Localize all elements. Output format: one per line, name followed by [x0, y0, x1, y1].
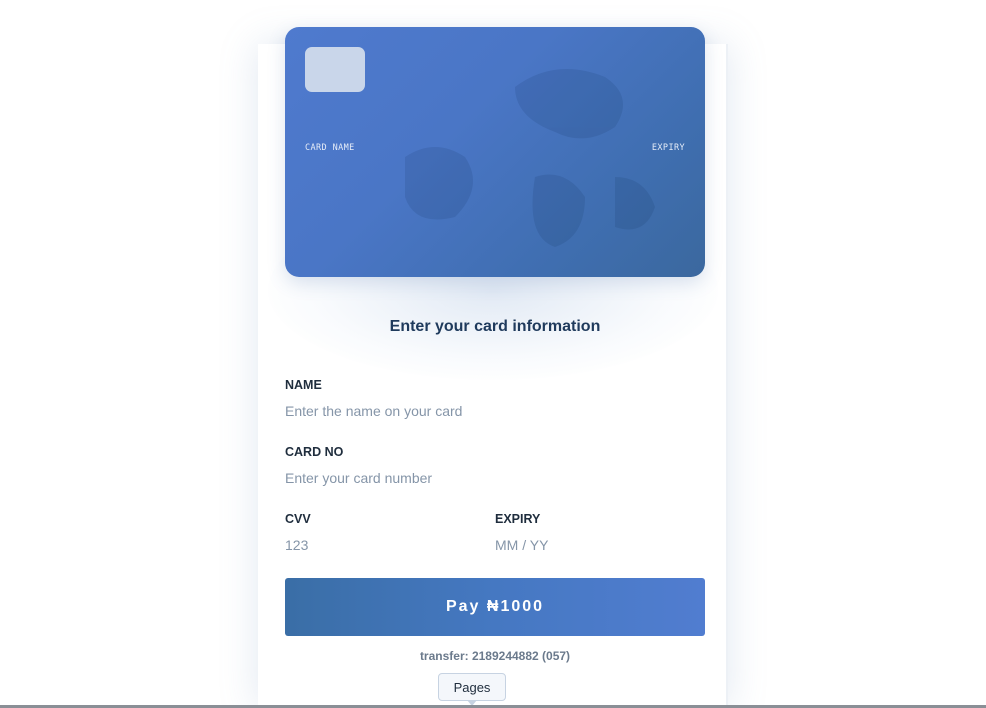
pay-button[interactable]: Pay ₦1000 — [285, 578, 705, 636]
card-expiry-label: EXPIRY — [651, 143, 685, 153]
name-input[interactable] — [285, 401, 705, 421]
cvv-label: CVV — [285, 512, 311, 526]
pages-button[interactable]: Pages — [438, 673, 506, 701]
transfer-info: transfer: 2189244882 (057) — [419, 649, 571, 663]
name-label: NAME — [285, 378, 322, 392]
form-heading: Enter your card information — [389, 318, 601, 335]
expiry-label: EXPIRY — [495, 512, 541, 526]
expiry-input[interactable] — [495, 535, 705, 555]
card-number-label: CARD NO — [285, 445, 344, 459]
credit-card-preview: CARD NAME EXPIRY — [285, 27, 705, 277]
cvv-input[interactable] — [285, 535, 475, 555]
card-chip-icon — [305, 47, 365, 92]
card-name-label: CARD NAME — [305, 143, 355, 153]
card-number-input[interactable] — [285, 468, 705, 488]
